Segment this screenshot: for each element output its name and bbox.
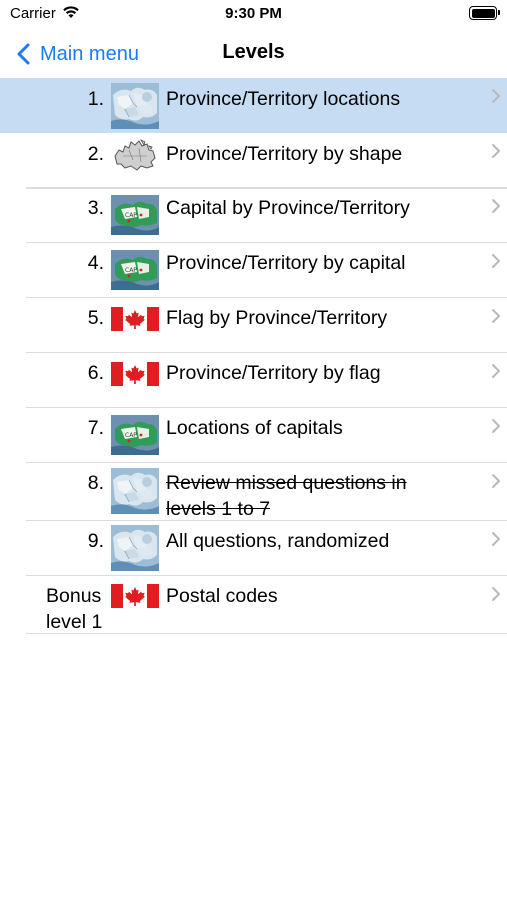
level-row-6[interactable]: 6. Province/Territory by flag <box>0 353 507 408</box>
row-divider <box>26 188 507 189</box>
status-bar: Carrier 9:30 PM <box>0 0 507 30</box>
level-number: 9. <box>87 530 104 552</box>
level-number: 3. <box>87 197 104 219</box>
chevron-right-icon <box>491 308 501 324</box>
level-title: Locations of capitals <box>166 417 343 439</box>
level-number-line-2: level 1 <box>46 611 103 633</box>
level-title-line-2: levels 1 to 7 <box>166 498 271 520</box>
level-row-4[interactable]: 4. Province/Territory by capital <box>0 243 507 298</box>
map-locations-icon <box>111 83 159 129</box>
status-time: 9:30 PM <box>225 5 282 22</box>
level-row-7[interactable]: 7. Locations of capitals <box>0 408 507 463</box>
chevron-right-icon <box>491 198 501 214</box>
map-capital-icon <box>111 415 159 455</box>
level-title-line-1: Review missed questions in <box>166 472 407 494</box>
level-row-5[interactable]: 5. Flag by Province/Territory <box>0 298 507 353</box>
chevron-right-icon <box>491 586 501 602</box>
map-capital-icon <box>111 250 159 290</box>
level-title: Capital by Province/Territory <box>166 197 410 219</box>
map-locations-icon <box>111 525 159 571</box>
levels-table: 1. Province/Territory locations 2. Provi… <box>0 78 507 634</box>
canada-flag-icon <box>111 584 159 608</box>
canada-outline-icon <box>111 136 159 176</box>
battery-icon <box>469 6 500 20</box>
level-row-9[interactable]: 9. All questions, randomized <box>0 521 507 576</box>
level-title: Postal codes <box>166 585 278 607</box>
row-divider <box>26 633 507 634</box>
level-row-8[interactable]: 8. Review missed questions in levels 1 t… <box>0 463 507 521</box>
level-row-1[interactable]: 1. Province/Territory locations <box>0 78 507 133</box>
level-row-bonus-1[interactable]: Bonus level 1 Postal codes <box>0 576 507 634</box>
chevron-right-icon <box>491 531 501 547</box>
canada-flag-icon <box>111 362 159 386</box>
level-number: 8. <box>87 472 104 494</box>
level-number: 4. <box>87 252 104 274</box>
level-title: Province/Territory by shape <box>166 143 403 165</box>
chevron-right-icon <box>491 253 501 269</box>
map-locations-icon <box>111 468 159 514</box>
chevron-right-icon <box>491 363 501 379</box>
level-row-2[interactable]: 2. Province/Territory by shape <box>0 133 507 188</box>
level-title: Province/Territory locations <box>166 88 401 110</box>
level-title: All questions, randomized <box>166 530 390 552</box>
level-number: 1. <box>87 88 104 110</box>
canada-flag-icon <box>111 307 159 331</box>
navigation-bar: Main menu Levels <box>0 34 507 74</box>
chevron-right-icon <box>491 418 501 434</box>
level-row-3[interactable]: 3. Capital by Province/Territory <box>0 188 507 243</box>
chevron-right-icon <box>491 88 501 104</box>
level-number: 5. <box>87 307 104 329</box>
level-number: 6. <box>87 362 104 384</box>
map-capital-icon <box>111 195 159 235</box>
chevron-right-icon <box>491 143 501 159</box>
level-title: Province/Territory by capital <box>166 252 406 274</box>
level-title: Flag by Province/Territory <box>166 307 388 329</box>
page-title: Levels <box>222 41 285 63</box>
level-number: 2. <box>87 143 104 165</box>
level-number-line-1: Bonus <box>46 585 102 607</box>
level-number: 7. <box>87 417 104 439</box>
level-title: Province/Territory by flag <box>166 362 381 384</box>
chevron-right-icon <box>491 473 501 489</box>
